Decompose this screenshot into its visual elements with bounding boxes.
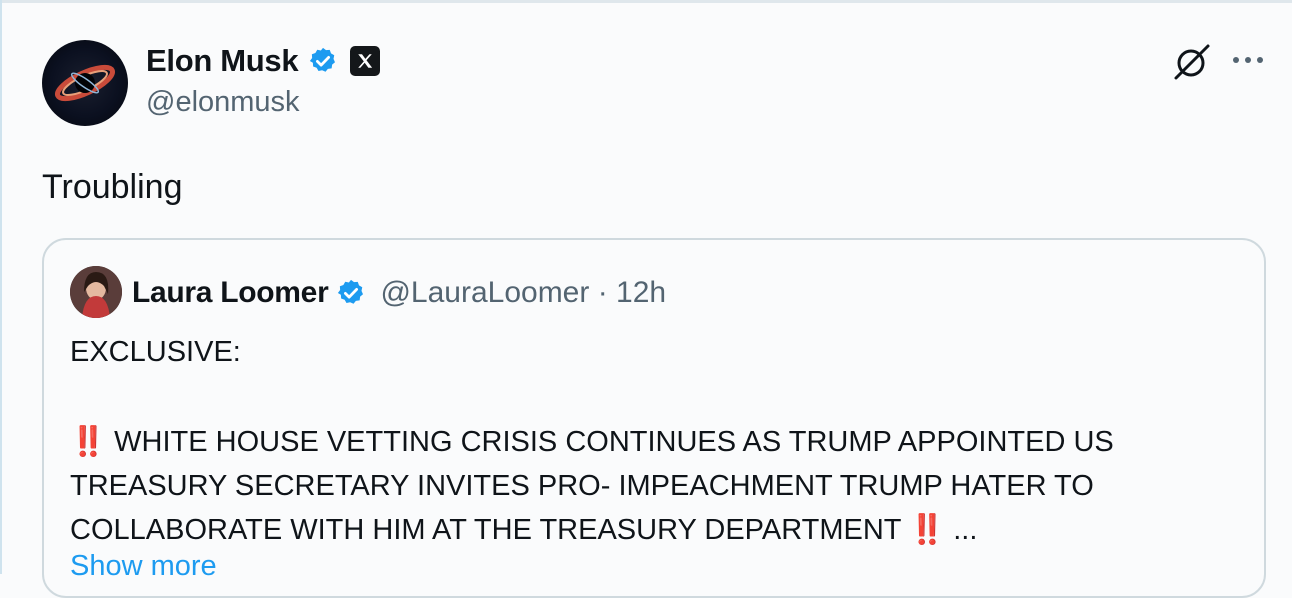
quoted-handle[interactable]: @LauraLoomer xyxy=(380,276,589,309)
meta-separator: · xyxy=(597,276,608,309)
quoted-author-row: Laura Loomer @LauraLoomer · 12h xyxy=(132,270,666,316)
more-options-icon[interactable] xyxy=(1230,48,1266,72)
show-more-link[interactable]: Show more xyxy=(70,550,217,583)
author-handle[interactable]: @elonmusk xyxy=(146,86,300,119)
double-exclamation-icon: ‼️ xyxy=(909,514,946,546)
quoted-body: ‼️ WHITE HOUSE VETTING CRISIS CONTINUES … xyxy=(70,420,1220,552)
double-exclamation-icon: ‼️ xyxy=(70,426,107,458)
quoted-tweet-card[interactable]: Laura Loomer @LauraLoomer · 12h EXCLUSIV… xyxy=(42,238,1266,598)
quoted-author-name[interactable]: Laura Loomer xyxy=(132,276,329,310)
top-divider xyxy=(0,0,1292,3)
quoted-heading: EXCLUSIVE: xyxy=(70,336,241,368)
author-name[interactable]: Elon Musk xyxy=(146,43,299,79)
left-divider xyxy=(0,0,2,574)
quoted-verified-badge-icon xyxy=(336,278,366,308)
grok-icon[interactable] xyxy=(1170,40,1214,84)
quoted-time[interactable]: 12h xyxy=(616,276,666,309)
tweet-text: Troubling xyxy=(42,168,183,206)
author-row: Elon Musk xyxy=(146,40,381,82)
avatar[interactable] xyxy=(42,40,128,126)
verified-badge-icon xyxy=(308,46,338,76)
x-logo-icon xyxy=(350,46,381,76)
quoted-meta: @LauraLoomer · 12h xyxy=(380,276,666,310)
quoted-avatar[interactable] xyxy=(70,266,122,318)
truncation-ellipsis: ... xyxy=(953,514,978,546)
